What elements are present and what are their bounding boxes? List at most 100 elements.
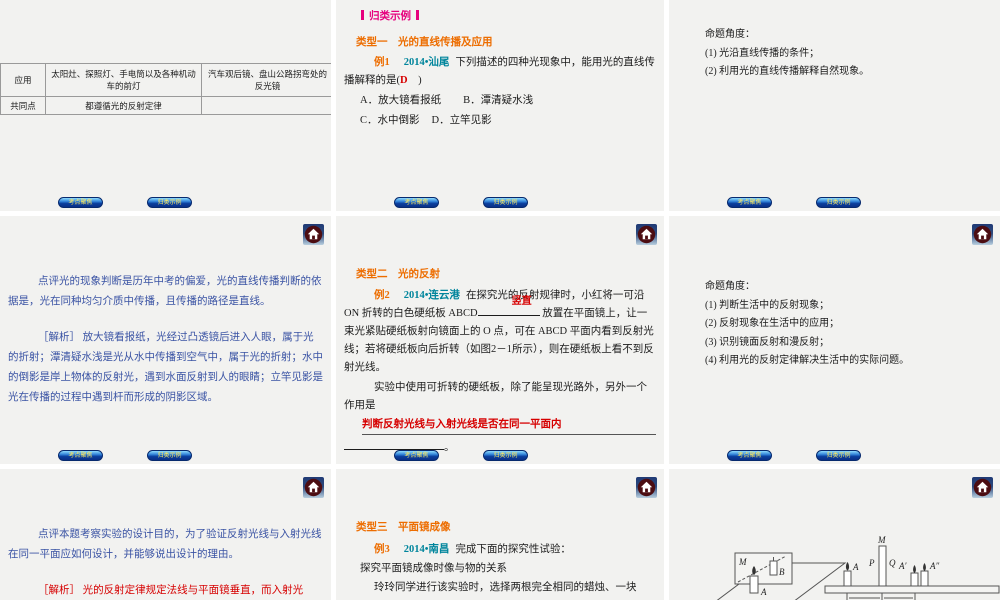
- slide-nav: 考点聚焦 归类示例: [0, 197, 331, 208]
- angles-block: 命题角度： (1) 光沿直线传播的条件； (2) 利用光的直线传播解释自然现象。: [705, 26, 1000, 82]
- home-button[interactable]: [972, 224, 993, 245]
- slide-6-angles: 命题角度： (1) 判断生活中的反射现象； (2) 反射现象在生活中的应用； (…: [669, 216, 1000, 464]
- home-button[interactable]: [303, 224, 324, 245]
- slide-1-reflection-table: 应用 太阳灶、探照灯、手电筒以及各种机动车的前灯 汽车观后镜、盘山公路拐弯处的反…: [0, 0, 331, 211]
- table-cell: 共同点: [0, 96, 46, 115]
- underline-segment: [344, 440, 444, 450]
- slide-3-angles: 命题角度： (1) 光沿直线传播的条件； (2) 利用光的直线传播解释自然现象。…: [669, 0, 1000, 211]
- candle-image-2: [920, 570, 929, 587]
- slide-7-comment: 点评本题考察实验的设计目的，为了验证反射光线与入射光线在同一平面应如何设计，并能…: [0, 469, 331, 600]
- nav-example-button[interactable]: 归类示例: [816, 197, 861, 208]
- question-tail: 实验中使用可折转的硬纸板，除了能呈现光路外，另外一个作用是: [344, 382, 647, 411]
- type-title: 类型三 平面镜成像: [356, 522, 451, 533]
- slide-nav: 考点聚焦 归类示例: [336, 197, 664, 208]
- nav-example-button[interactable]: 归类示例: [483, 450, 528, 461]
- slide-2-type1-question: 归类示例 类型一 光的直线传播及应用 例1 2014•汕尾 下列描述的四种光现象中，…: [336, 0, 664, 211]
- angle-item: (4) 利用光的反射定律解决生活中的实际问题。: [705, 355, 910, 366]
- section-header-label: 归类示例: [369, 11, 411, 22]
- angle-item: (1) 光沿直线传播的条件；: [705, 47, 820, 59]
- label-image-a2: A″: [929, 561, 939, 571]
- header-bar-icon: [361, 10, 364, 20]
- question-paragraph: 例2 2014•连云港 在探究光的反射规律时，小红将一可沿 ON 折转的白色硬纸板 …: [344, 287, 656, 377]
- candle-a-flame: [845, 562, 850, 571]
- option-d: D．立竿见影: [431, 114, 492, 126]
- label-image-a1: A′: [898, 561, 907, 571]
- question-paragraph: 例1 2014•汕尾 下列描述的四种光现象中，能用光的直线传播解释的是(D ): [344, 54, 656, 90]
- question-text: 下列描述的四种光现象中，能用光的直线传播解释的是(: [344, 57, 655, 86]
- analysis-paragraph-clipped: ［解析］ 光的反射定律规定法线与平面镜垂直，而入射光: [38, 585, 304, 596]
- angle-item: (1) 判断生活中的反射现象；: [705, 299, 830, 311]
- angle-item: (3) 识别镜面反射和漫反射；: [705, 336, 830, 348]
- slide-9-diagrams: M B A M P Q A A′ A″: [669, 469, 1000, 600]
- label-face-p: P: [868, 558, 875, 568]
- answer-letter: D: [400, 75, 408, 86]
- example-number: 例2: [374, 290, 390, 301]
- home-icon: [304, 225, 323, 244]
- bench-board: [824, 585, 1000, 594]
- table-cell: [201, 96, 331, 115]
- candle-image-1-flame: [913, 565, 916, 573]
- angle-item: (2) 反射现象在生活中的应用；: [705, 318, 840, 329]
- question-line: 例3 2014•南昌 完成下面的探究性试验：: [344, 540, 656, 559]
- option-c: C．水中倒影: [360, 114, 420, 126]
- nav-example-button[interactable]: 归类示例: [483, 197, 528, 208]
- example-number: 例3: [374, 544, 390, 555]
- home-button[interactable]: [303, 477, 324, 498]
- section-header: 归类示例: [356, 8, 664, 23]
- analysis-paragraph: ［解析］ 放大镜看报纸，光经过凸透镜后进入人眼，属于光的折射；潭清疑水浅是光从水…: [8, 332, 323, 403]
- label-mirror-m-left: M: [738, 557, 747, 567]
- home-button[interactable]: [636, 477, 657, 498]
- nav-example-button[interactable]: 归类示例: [147, 450, 192, 461]
- slide-8-type3-question: 类型三 平面镜成像 例3 2014•南昌 完成下面的探究性试验： 探究平面镜成像时像…: [336, 469, 664, 600]
- question-text: ): [407, 75, 422, 86]
- question-line: 玲玲同学进行该实验时，选择两根完全相同的蜡烛、一块: [374, 582, 637, 593]
- nav-focus-button[interactable]: 考点聚焦: [394, 450, 439, 461]
- slide-nav: 考点聚焦 归类示例: [669, 197, 1000, 208]
- table-cell: 应用: [0, 63, 46, 97]
- question-line: 探究平面镜成像时像与物的关系: [360, 563, 507, 574]
- type-title: 类型一 光的直线传播及应用: [356, 37, 493, 48]
- mirror-experiment-figure: M B A M P Q A A′ A″: [716, 535, 1000, 600]
- nav-focus-button[interactable]: 考点聚焦: [727, 197, 772, 208]
- nav-example-button[interactable]: 归类示例: [147, 197, 192, 208]
- diagram-glass-plate-bench: [824, 545, 1000, 600]
- exam-source-tag: 2014•南昌: [403, 544, 450, 555]
- angles-block: 命题角度： (1) 判断生活中的反射现象； (2) 反射现象在生活中的应用； (…: [705, 278, 1000, 371]
- label-face-q: Q: [889, 558, 896, 568]
- option-a: A．放大镜看报纸: [360, 95, 442, 106]
- table-row: 应用 太阳灶、探照灯、手电筒以及各种机动车的前灯 汽车观后镜、盘山公路拐弯处的反…: [0, 63, 331, 97]
- exam-source-tag: 2014•连云港: [403, 290, 460, 301]
- slide-sorter-grid: 应用 太阳灶、探照灯、手电筒以及各种机动车的前灯 汽车观后镜、盘山公路拐弯处的反…: [0, 0, 1000, 600]
- label-candle-b: B: [779, 567, 785, 577]
- home-icon: [304, 478, 323, 497]
- candle-image-2-flame: [923, 563, 926, 571]
- table-cell: 都遵循光的反射定律: [45, 96, 202, 115]
- slide-nav: 考点聚焦 归类示例: [336, 450, 664, 461]
- angles-title: 命题角度：: [705, 29, 755, 40]
- slide-nav: 考点聚焦 归类示例: [669, 450, 1000, 461]
- angles-title: 命题角度：: [705, 281, 755, 292]
- candle-a-right: [843, 570, 852, 587]
- candle-image-1: [910, 572, 919, 587]
- table-cell: 汽车观后镜、盘山公路拐弯处的反光镜: [201, 63, 331, 97]
- label-mirror-m-right: M: [877, 535, 886, 545]
- home-button[interactable]: [636, 224, 657, 245]
- slide-nav: 考点聚焦 归类示例: [0, 450, 331, 461]
- table-cell: 太阳灶、探照灯、手电筒以及各种机动车的前灯: [45, 63, 202, 97]
- header-bar-icon: [416, 10, 419, 20]
- angle-item: (2) 利用光的直线传播解释自然现象。: [705, 66, 870, 77]
- candle-a: [749, 575, 759, 594]
- home-button[interactable]: [972, 477, 993, 498]
- nav-focus-button[interactable]: 考点聚焦: [394, 197, 439, 208]
- options-line: A．放大镜看报纸 B．潭清疑水浅: [360, 92, 664, 110]
- home-icon: [637, 225, 656, 244]
- nav-example-button[interactable]: 归类示例: [816, 450, 861, 461]
- glass-plate: [878, 545, 887, 587]
- type-title: 类型二 光的反射: [356, 269, 440, 280]
- example-number: 例1: [374, 57, 390, 68]
- nav-focus-button[interactable]: 考点聚焦: [58, 197, 103, 208]
- label-candle-a-left: A: [760, 587, 767, 597]
- nav-focus-button[interactable]: 考点聚焦: [58, 450, 103, 461]
- label-candle-a-right: A: [852, 562, 859, 572]
- nav-focus-button[interactable]: 考点聚焦: [727, 450, 772, 461]
